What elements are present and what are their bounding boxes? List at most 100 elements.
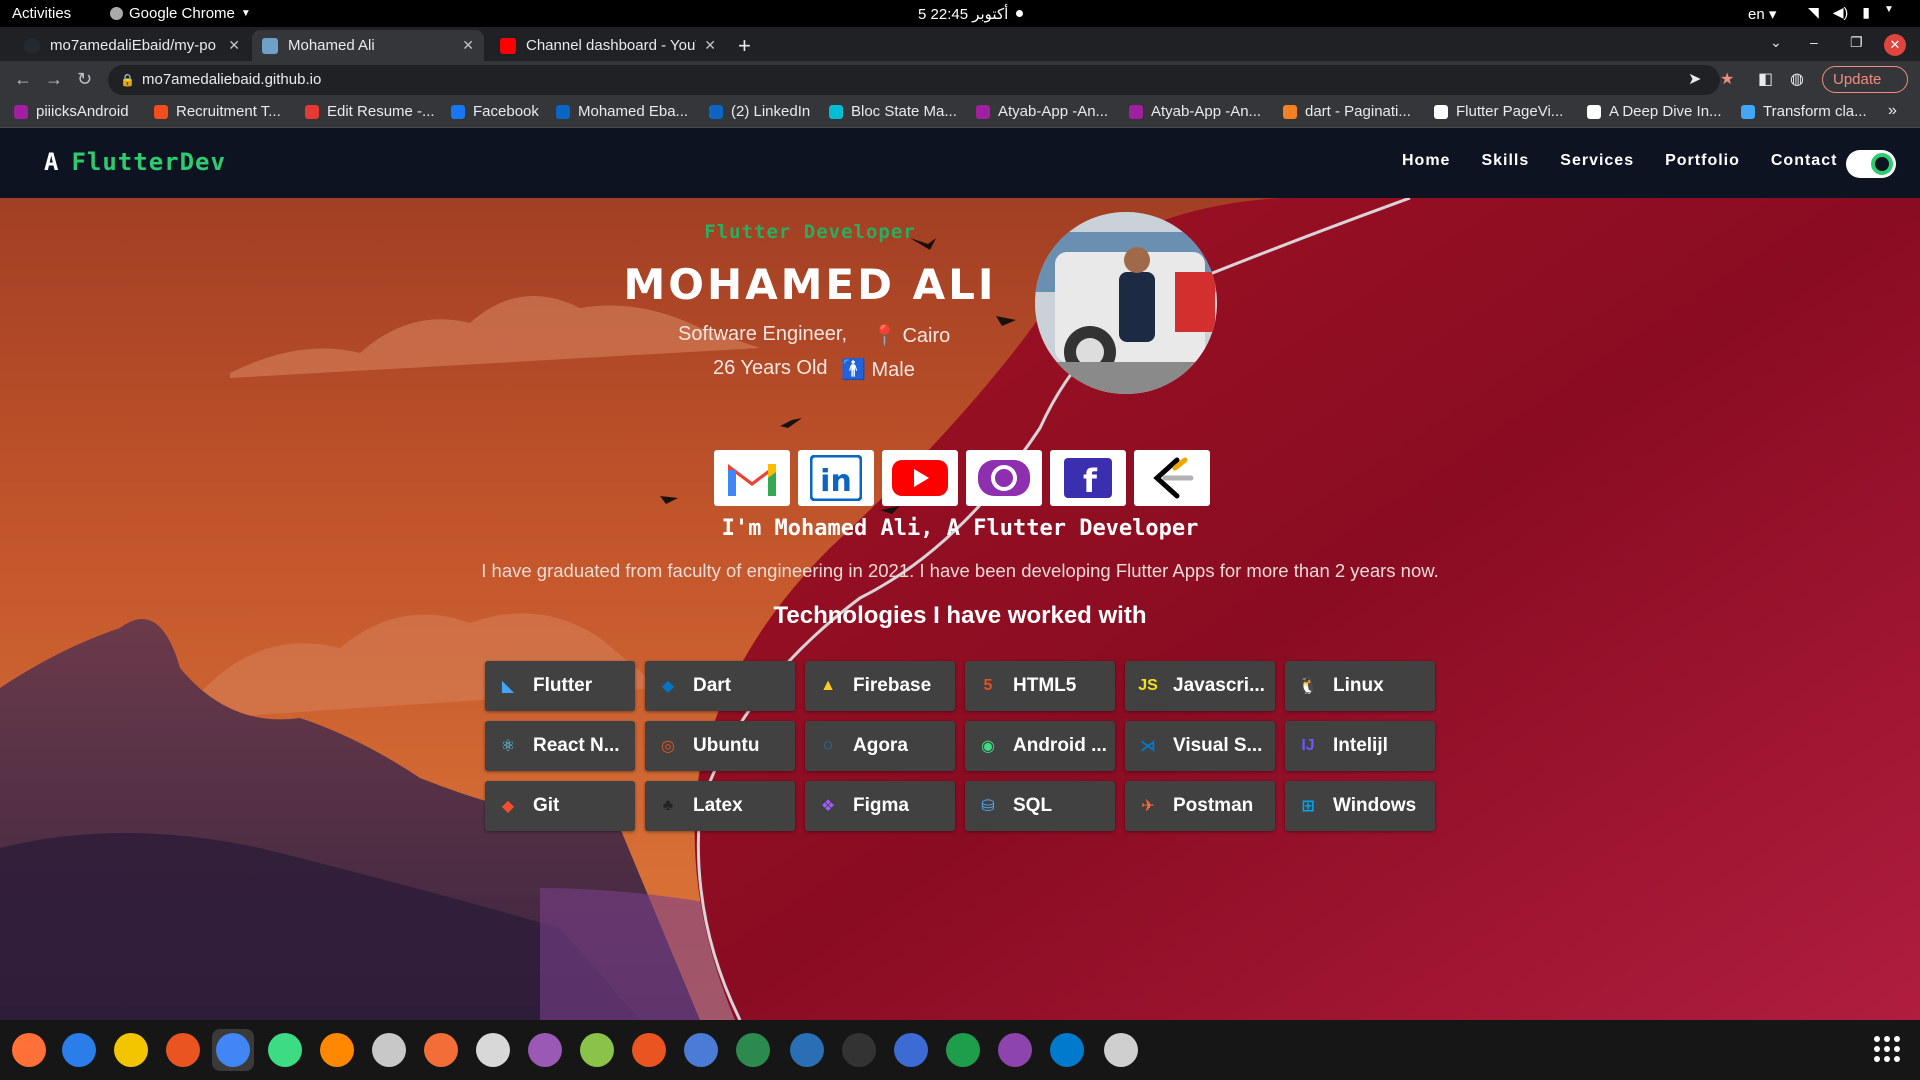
tech-chip-dart[interactable]: ◆ Dart [645, 661, 795, 711]
clock[interactable]: 5 أكتوبر 22:45 [918, 5, 1008, 23]
theme-toggle[interactable] [1846, 150, 1896, 178]
close-window-button[interactable]: ✕ [1884, 34, 1906, 56]
tech-chip-windows[interactable]: ⊞ Windows [1285, 781, 1435, 831]
new-tab-button[interactable]: + [738, 33, 751, 59]
bookmark-item[interactable]: A Deep Dive In... [1587, 103, 1722, 120]
tech-chip-agora[interactable]: ◌ Agora [805, 721, 955, 771]
bookmark-item[interactable]: Bloc State Ma... [829, 103, 957, 120]
vscode-icon[interactable] [1046, 1029, 1088, 1071]
forward-button[interactable]: → [45, 69, 63, 90]
gmail-link[interactable] [714, 450, 790, 506]
dock-icon-glyph [842, 1033, 876, 1067]
activities-button[interactable]: Activities [12, 5, 71, 22]
bookmark-item[interactable]: Facebook [451, 103, 539, 120]
close-icon[interactable]: ✕ [462, 37, 474, 54]
bookmark-item[interactable]: Atyab-App -An... [1129, 103, 1261, 120]
github-link[interactable] [966, 450, 1042, 506]
terminal-icon[interactable] [838, 1029, 880, 1071]
vscode-icon: ⋊ [1140, 738, 1156, 755]
tech-chip-html5[interactable]: 5 HTML5 [965, 661, 1115, 711]
close-icon[interactable]: ✕ [704, 37, 716, 54]
dock-icon-glyph [62, 1033, 96, 1067]
libreoffice-writer-icon[interactable] [786, 1029, 828, 1071]
gmail-icon [728, 464, 776, 496]
tech-chip-latex[interactable]: ♣ Latex [645, 781, 795, 831]
rhythmbox-icon[interactable] [110, 1029, 152, 1071]
nav-skills[interactable]: Skills [1481, 152, 1529, 170]
bookmark-item[interactable]: Flutter PageVi... [1434, 103, 1563, 120]
system-tray[interactable]: ◥ ◀) ▮ ▼ [1808, 4, 1894, 21]
tech-chip-javascript[interactable]: JS Javascri... [1125, 661, 1275, 711]
libreoffice-calc-icon[interactable] [942, 1029, 984, 1071]
bookmark-item[interactable]: Transform cla... [1741, 103, 1867, 120]
minimize-button[interactable]: – [1810, 34, 1818, 50]
software-center-icon[interactable] [162, 1029, 204, 1071]
tech-chip-label: Figma [853, 795, 909, 816]
ubuntu-icon[interactable] [628, 1029, 670, 1071]
files-icon[interactable] [368, 1029, 410, 1071]
tech-chip-ubuntu[interactable]: ◎ Ubuntu [645, 721, 795, 771]
site-logo[interactable]: A FlutterDev [44, 148, 226, 176]
tech-chip-linux[interactable]: 🐧 Linux [1285, 661, 1435, 711]
camera-icon[interactable] [732, 1029, 774, 1071]
address-bar[interactable]: 🔒 mo7amedaliebaid.github.io [108, 65, 1720, 95]
tech-chip-vscode[interactable]: ⋊ Visual S... [1125, 721, 1275, 771]
chrome-icon[interactable] [212, 1029, 254, 1071]
leetcode-link[interactable] [1134, 450, 1210, 506]
tab-youtube-dashboard[interactable]: Channel dashboard - YouT ✕ [490, 30, 726, 61]
show-apps-button[interactable] [1874, 1036, 1900, 1062]
tech-chip-intellij[interactable]: IJ Intelijl [1285, 721, 1435, 771]
bookmark-item[interactable]: Mohamed Eba... [556, 103, 688, 120]
intellij-icon[interactable] [994, 1029, 1036, 1071]
update-button[interactable]: Update ⋮ [1822, 66, 1908, 113]
close-icon[interactable]: ✕ [228, 37, 240, 54]
bookmark-item[interactable]: Recruitment T... [154, 103, 281, 120]
back-button[interactable]: ← [14, 69, 32, 90]
tasks-icon[interactable] [680, 1029, 722, 1071]
thunderbird-icon[interactable] [58, 1029, 100, 1071]
language-indicator[interactable]: en ▾ [1748, 5, 1776, 23]
tech-chip-figma[interactable]: ❖ Figma [805, 781, 955, 831]
nav-home[interactable]: Home [1402, 152, 1450, 170]
tab-github[interactable]: mo7amedaliEbaid/my-po ✕ [14, 30, 250, 61]
linkedin-link[interactable]: in [798, 450, 874, 506]
tech-chip-flutter[interactable]: ◣ Flutter [485, 661, 635, 711]
bookmark-item[interactable]: Edit Resume -... [305, 103, 435, 120]
vlc-icon[interactable] [316, 1029, 358, 1071]
tech-chip-git[interactable]: ◆ Git [485, 781, 635, 831]
restore-button[interactable]: ❐ [1850, 34, 1863, 51]
video-player-icon[interactable] [524, 1029, 566, 1071]
app-menu[interactable]: Google Chrome ▼ [110, 5, 251, 22]
inkscape-icon[interactable] [420, 1029, 462, 1071]
app-updater-icon[interactable] [1100, 1029, 1142, 1071]
facebook-link[interactable]: f [1050, 450, 1126, 506]
nav-contact[interactable]: Contact [1771, 152, 1838, 170]
youtube-link[interactable] [882, 450, 958, 506]
dock-icon-glyph [372, 1033, 406, 1067]
nav-portfolio[interactable]: Portfolio [1665, 152, 1740, 170]
android-emulator-icon[interactable] [576, 1029, 618, 1071]
nav-services[interactable]: Services [1560, 152, 1634, 170]
tab-mohamed-ali[interactable]: Mohamed Ali ✕ [252, 30, 484, 61]
bookmark-item[interactable]: (2) LinkedIn [709, 103, 810, 120]
tech-chip-firebase[interactable]: ▲ Firebase [805, 661, 955, 711]
firefox-icon[interactable] [8, 1029, 50, 1071]
profile-avatar[interactable]: ◍ [1790, 69, 1804, 89]
tech-chip-android-studio[interactable]: ◉ Android ... [965, 721, 1115, 771]
reload-button[interactable]: ↻ [77, 69, 92, 90]
tech-chip-sql[interactable]: ⛁ SQL [965, 781, 1115, 831]
tech-chip-postman[interactable]: ✈ Postman [1125, 781, 1275, 831]
bookmark-item[interactable]: piiicksAndroid [14, 103, 129, 120]
screenshot-icon[interactable] [890, 1029, 932, 1071]
text-editor-icon[interactable] [472, 1029, 514, 1071]
bookmark-star-icon[interactable]: ★ [1720, 69, 1734, 89]
share-icon[interactable]: ➤ [1688, 69, 1701, 89]
tab-search-icon[interactable]: ⌄ [1770, 34, 1782, 51]
more-bookmarks-chevron-icon[interactable]: » [1888, 102, 1897, 120]
tech-chip-react[interactable]: ⚛ React N... [485, 721, 635, 771]
android-studio-icon[interactable] [264, 1029, 306, 1071]
app-name: Google Chrome [129, 5, 235, 22]
side-panel-icon[interactable]: ◧ [1758, 69, 1773, 89]
bookmark-item[interactable]: Atyab-App -An... [976, 103, 1108, 120]
bookmark-item[interactable]: dart - Paginati... [1283, 103, 1411, 120]
